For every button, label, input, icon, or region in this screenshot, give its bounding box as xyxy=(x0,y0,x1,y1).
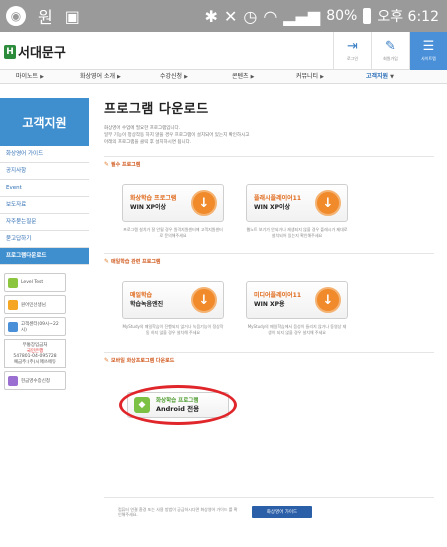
login-button[interactable]: ⇥ 로그인 xyxy=(333,32,371,70)
download-arrow-icon: ↓ xyxy=(315,190,341,216)
app-notification-icon: ◉ xyxy=(6,6,26,26)
sidebar-item-press[interactable]: 보도자료 xyxy=(0,197,89,214)
teacher-banner[interactable]: 원어민선생님 xyxy=(4,295,66,314)
sidebar-title: 고객지원 xyxy=(0,98,89,146)
download-arrow-icon: ↓ xyxy=(191,190,217,216)
android-download-area: ◆ 화상학습 프로그램 Android 전용 xyxy=(104,382,434,442)
battery-percent: 80% xyxy=(326,8,358,24)
sidebar-item-guide[interactable]: 화상영어 가이드 xyxy=(0,146,89,163)
download-arrow-icon: ↓ xyxy=(315,287,341,313)
nav-my-note[interactable]: 마이노트 ▶ xyxy=(0,70,64,83)
card-flash-player: 플래시플레이어11 WIN XP이상 ↓ 웹노트 보기가 안되거나 재생되지 않… xyxy=(246,184,348,239)
sidebar-item-notice[interactable]: 공지사항 xyxy=(0,163,89,180)
pencil-icon: ✎ xyxy=(104,258,110,265)
pencil-icon: ✎ xyxy=(385,39,396,54)
login-icon: ⇥ xyxy=(347,39,358,54)
nav-community[interactable]: 커뮤니티 ▶ xyxy=(280,70,350,83)
main-content: 프로그램 다운로드 화상영어 수업에 필요한 프로그램입니다. 일부 기능이 정… xyxy=(104,98,434,442)
level-test-banner[interactable]: Level Test xyxy=(4,273,66,292)
card-media-player: 미디어플레이어11 WIN XP용 ↓ MyStudy의 매일학습에서 음성이 … xyxy=(246,281,348,336)
nav-apply[interactable]: 수강신청 ▶ xyxy=(144,70,216,83)
site-logo[interactable]: H 서대문구 xyxy=(4,42,66,61)
check-icon xyxy=(8,277,18,288)
logo-mark-icon: H xyxy=(4,44,16,59)
card-description: 웹노트 보기가 안되거나 재생되지 않을 경우 플래시가 제대로 설치되어 있는… xyxy=(246,227,348,238)
card-description: MyStudy의 매일학습에서 음성이 들리지 않거나 동영상 재생이 되지 않… xyxy=(247,324,347,335)
card-recording-engine: 매일학습 학습녹음엔진 ↓ MyStudy의 매일학습이 진행되지 않거나 녹음… xyxy=(122,281,224,336)
main-nav: 마이노트 ▶ 화상영어 소개 ▶ 수강신청 ▶ 콘텐츠 ▶ 커뮤니티 ▶ 고객지원 ▼ xyxy=(0,70,447,84)
section-mobile-program: ✎ 모바일 화상프로그램 다운로드 xyxy=(104,352,434,364)
receipt-banner[interactable]: 현금영수증신청 xyxy=(4,371,66,390)
login-label: 로그인 xyxy=(346,56,359,61)
download-recording-engine-button[interactable]: 매일학습 학습녹음엔진 ↓ xyxy=(122,281,224,319)
customer-center-banner[interactable]: 고객센터(09시~22시) xyxy=(4,317,66,336)
sidebar-item-download[interactable]: 프로그램다운로드 xyxy=(0,248,89,265)
alarm-icon: ◷ xyxy=(243,6,258,26)
logo-text: 서대문구 xyxy=(18,46,66,61)
receipt-icon xyxy=(8,375,18,386)
sitemap-button[interactable]: ☰ 사이트맵 xyxy=(409,32,447,70)
bank-account-box: 무통장입금처 국민은행 547801-04-095728 예금주:(주)시매쓰에… xyxy=(4,339,66,368)
chevron-right-icon: ▶ xyxy=(40,74,44,80)
phone-icon xyxy=(8,321,18,332)
download-arrow-icon: ↓ xyxy=(191,287,217,313)
nav-contents[interactable]: 콘텐츠 ▶ xyxy=(216,70,280,83)
teacher-icon xyxy=(8,299,18,310)
chevron-right-icon: ▶ xyxy=(184,74,188,80)
pencil-icon: ✎ xyxy=(104,357,110,364)
battery-icon xyxy=(363,8,372,24)
bluetooth-icon: ✱ xyxy=(204,6,218,26)
page-footer: 컴퓨터 연결 환경 또는 사용 방법이 궁금하시다면 화상영어 가이드 를 확인… xyxy=(104,497,434,518)
download-flash-player-button[interactable]: 플래시플레이어11 WIN XP이상 ↓ xyxy=(246,184,348,222)
image-notification-icon: ▣ xyxy=(64,6,80,26)
clock: 오후 6:12 xyxy=(377,9,439,25)
status-bar: ◉ 원 ▣ ✱ ✕ ◷ ◠ ▂▄▆ 80% 오후 6:12 xyxy=(0,0,447,32)
sidebar: 고객지원 화상영어 가이드 공지사항 Event 보도자료 자주묻는질문 묻고답… xyxy=(0,98,89,393)
card-video-program: 화상학습 프로그램 WIN XP이상 ↓ 프로그램 설치가 잘 안될 경우 원격… xyxy=(122,184,224,239)
chevron-right-icon: ▶ xyxy=(320,74,324,80)
nav-intro[interactable]: 화상영어 소개 ▶ xyxy=(64,70,144,83)
site-header: H 서대문구 ⇥ 로그인 ✎ 회원가입 ☰ 사이트맵 xyxy=(0,32,447,70)
card-description: 프로그램 설치가 잘 안될 경우 원격지원센터에 고객지원센터로 문의해주세요 xyxy=(123,227,223,238)
mute-icon: ✕ xyxy=(223,6,238,26)
highlight-circle xyxy=(119,385,237,425)
wifi-icon: ◠ xyxy=(263,6,278,26)
menu-icon: ☰ xyxy=(422,39,435,54)
intro-text: 화상영어 수업에 필요한 프로그램입니다. 일부 기능이 정상작동 하지 않을 … xyxy=(104,126,250,145)
pencil-icon: ✎ xyxy=(104,161,110,168)
download-media-player-button[interactable]: 미디어플레이어11 WIN XP용 ↓ xyxy=(246,281,348,319)
join-label: 회원가입 xyxy=(383,56,398,61)
signal-icon: ▂▄▆ xyxy=(283,6,321,26)
join-button[interactable]: ✎ 회원가입 xyxy=(371,32,409,70)
card-description: MyStudy의 매일학습이 진행되지 않거나 녹음기능이 정상작동 하지 않을… xyxy=(122,324,224,335)
nav-support[interactable]: 고객지원 ▼ xyxy=(350,70,420,83)
download-video-program-button[interactable]: 화상학습 프로그램 WIN XP이상 ↓ xyxy=(122,184,224,222)
notification-char: 원 xyxy=(38,8,53,27)
chevron-right-icon: ▶ xyxy=(117,74,121,80)
chevron-down-icon: ▼ xyxy=(390,74,394,80)
chevron-right-icon: ▶ xyxy=(250,74,255,80)
guide-button[interactable]: 화상영어 가이드 xyxy=(252,506,312,518)
sidebar-item-faq[interactable]: 자주묻는질문 xyxy=(0,214,89,231)
section-required-programs: ✎ 필수 프로그램 xyxy=(104,156,434,168)
sitemap-label: 사이트맵 xyxy=(421,56,436,61)
sidebar-item-qna[interactable]: 묻고답하기 xyxy=(0,231,89,248)
footer-text: 컴퓨터 연결 환경 또는 사용 방법이 궁금하시다면 화상영어 가이드 를 확인… xyxy=(118,507,238,517)
page-title: 프로그램 다운로드 xyxy=(104,102,209,117)
section-daily-programs: ✎ 매일학습 관련 프로그램 xyxy=(104,253,434,265)
sidebar-item-event[interactable]: Event xyxy=(0,180,89,197)
